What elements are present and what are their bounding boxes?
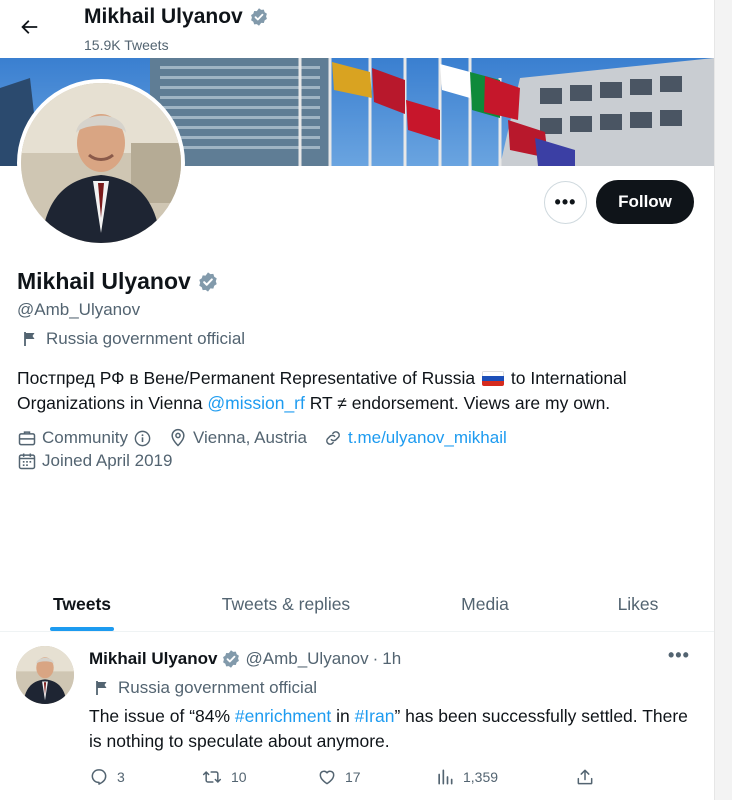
hashtag-iran[interactable]: #Iran	[355, 706, 395, 726]
header-name-text: Mikhail Ulyanov	[84, 5, 243, 28]
verified-badge-icon	[223, 650, 240, 668]
tweet-text-b: in	[331, 706, 355, 726]
briefcase-icon	[18, 431, 36, 446]
tab-media[interactable]: Media	[440, 576, 530, 632]
follow-button[interactable]: Follow	[596, 180, 694, 224]
tweet-actions: 3 10 17 1,359	[89, 767, 609, 791]
tweet-card[interactable]: Mikhail Ulyanov @Amb_Ulyanov · 1h ••• Ru…	[0, 633, 714, 800]
profile-location: Vienna, Austria	[168, 428, 307, 448]
verified-badge-icon	[250, 8, 267, 26]
tweet-avatar[interactable]	[16, 646, 74, 704]
page-scrollbar[interactable]	[714, 0, 732, 800]
tweet-text-a: The issue of “84%	[89, 706, 235, 726]
tweet-separator: ·	[372, 649, 379, 668]
like-count: 17	[345, 769, 361, 785]
calendar-icon	[18, 453, 36, 470]
info-icon[interactable]	[133, 429, 152, 448]
profile-category: Community	[17, 428, 152, 448]
tweet-affiliation: Russia government official	[94, 678, 317, 698]
flag-icon	[24, 332, 35, 346]
tweet-affiliation-label: Russia government official	[118, 678, 318, 697]
profile-avatar[interactable]	[17, 79, 185, 247]
more-icon: •••	[554, 192, 577, 212]
share-icon	[577, 769, 593, 785]
hashtag-enrichment[interactable]: #enrichment	[235, 706, 331, 726]
reply-icon	[91, 769, 107, 785]
profile-header-bar: Mikhail Ulyanov 15.9K Tweets	[0, 0, 714, 58]
header-name: Mikhail Ulyanov	[84, 5, 269, 29]
profile-affiliation[interactable]: Russia government official	[22, 329, 245, 349]
profile-website: t.me/ulyanov_mikhail	[323, 428, 507, 448]
tweet-avatar-photo	[16, 646, 74, 704]
tab-tweets[interactable]: Tweets	[30, 576, 134, 632]
bio-text-3: RT ≠ endorsement. Views are my own.	[304, 393, 611, 413]
bio-text-1: Постпред РФ в Вене/Permanent Representat…	[17, 368, 476, 388]
share-button[interactable]	[575, 767, 595, 787]
retweet-count: 10	[231, 769, 247, 785]
avatar-photo	[21, 83, 181, 243]
category-label: Community	[42, 428, 128, 447]
bio-mention-link[interactable]: @mission_rf	[207, 393, 305, 413]
reply-count: 3	[117, 769, 125, 785]
views-button[interactable]: 1,359	[435, 767, 498, 787]
russia-flag-icon	[482, 371, 505, 386]
profile-meta: Community Vienna, Austria t.me/ulyanov_m…	[17, 428, 523, 448]
views-icon	[438, 769, 453, 785]
joined-label: Joined April 2019	[42, 451, 173, 470]
profile-handle: @Amb_Ulyanov	[17, 300, 141, 319]
views-count: 1,359	[463, 769, 499, 785]
link-icon	[326, 431, 340, 445]
website-link[interactable]: t.me/ulyanov_mikhail	[348, 428, 507, 448]
active-tab-indicator	[50, 627, 114, 631]
more-options-button[interactable]: •••	[544, 181, 587, 224]
tweet-text: The issue of “84% #enrichment in #Iran” …	[89, 704, 699, 754]
reply-button[interactable]: 3	[89, 767, 125, 787]
verified-badge-icon	[199, 271, 217, 292]
back-arrow-icon	[21, 20, 38, 34]
tweet-timestamp[interactable]: 1h	[382, 649, 401, 669]
tab-tweets-replies[interactable]: Tweets & replies	[200, 576, 372, 632]
tweet-author-handle[interactable]: @Amb_Ulyanov	[245, 649, 368, 669]
like-button[interactable]: 17	[317, 767, 361, 787]
tweet-author-name[interactable]: Mikhail Ulyanov	[89, 649, 217, 669]
profile-bio: Постпред РФ в Вене/Permanent Representat…	[17, 366, 697, 416]
retweet-button[interactable]: 10	[201, 767, 247, 787]
profile-affiliation-label: Russia government official	[46, 329, 246, 348]
location-label: Vienna, Austria	[192, 428, 308, 447]
tab-likes[interactable]: Likes	[600, 576, 676, 632]
retweet-icon	[202, 771, 222, 783]
flag-icon	[96, 681, 107, 695]
tweet-header: Mikhail Ulyanov @Amb_Ulyanov · 1h	[89, 649, 401, 669]
location-pin-icon	[171, 428, 185, 447]
tweet-more-button[interactable]: •••	[668, 645, 690, 666]
like-icon	[319, 770, 335, 785]
profile-name: Mikhail Ulyanov	[17, 268, 219, 295]
profile-joined: Joined April 2019	[17, 451, 172, 471]
profile-tabs: Tweets Tweets & replies Media Likes	[0, 576, 714, 632]
back-button[interactable]	[10, 8, 48, 46]
header-tweet-count: 15.9K Tweets	[84, 37, 169, 53]
profile-name-text: Mikhail Ulyanov	[17, 268, 191, 294]
